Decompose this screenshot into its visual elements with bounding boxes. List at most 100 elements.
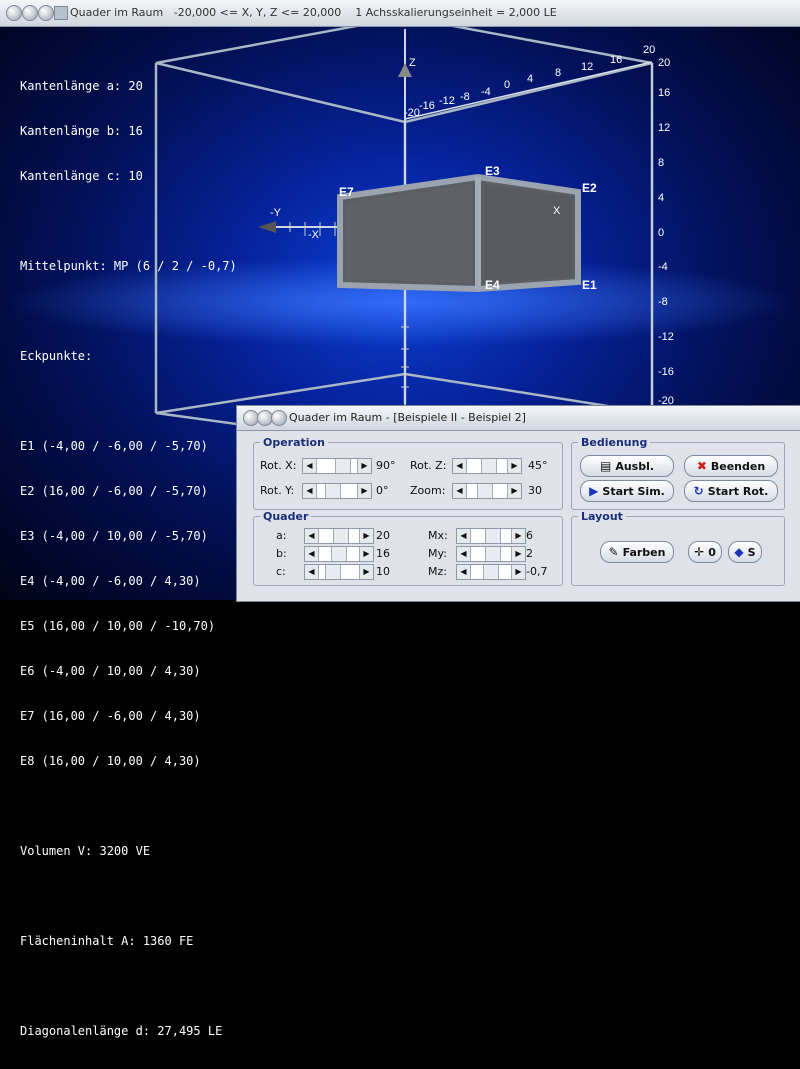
c-slider[interactable]: ◀ ▶ [304, 564, 374, 580]
a-thumb[interactable] [333, 529, 349, 543]
control-dialog: Quader im Raum - [Beispiele II - Beispie… [236, 405, 800, 602]
a-increment[interactable]: ▶ [359, 529, 373, 543]
b-decrement[interactable]: ◀ [305, 547, 319, 561]
right-tick: -16 [658, 366, 674, 378]
play-icon: ▶ [589, 484, 599, 498]
info-line: E5 (16,00 / 10,00 / -10,70) [20, 619, 216, 633]
rot-x-decrement[interactable]: ◀ [303, 459, 317, 473]
dialog-title-bar[interactable]: Quader im Raum - [Beispiele II - Beispie… [237, 406, 800, 431]
zoom-thumb[interactable] [477, 484, 493, 498]
c-decrement[interactable]: ◀ [305, 565, 319, 579]
rot-z-decrement[interactable]: ◀ [453, 459, 467, 473]
info-line: Mittelpunkt: MP (6 / 2 / -0,7) [20, 259, 237, 273]
info-line: E6 (-4,00 / 10,00 / 4,30) [20, 664, 201, 678]
beenden-button[interactable]: ✖ Beenden [684, 455, 778, 477]
my-increment[interactable]: ▶ [511, 547, 525, 561]
zoom-increment[interactable]: ▶ [507, 484, 521, 498]
mz-increment[interactable]: ▶ [511, 565, 525, 579]
quader-group-label: Quader [260, 510, 312, 523]
right-tick: 4 [658, 192, 665, 204]
top-tick: 0 [504, 79, 511, 91]
info-line: E8 (16,00 / 10,00 / 4,30) [20, 754, 201, 768]
right-tick: 8 [658, 157, 665, 169]
bedienung-group: Bedienung ▤ Ausbl. ✖ Beenden ▶ Start Sim… [571, 436, 785, 510]
beenden-label: Beenden [710, 459, 766, 473]
mz-thumb[interactable] [483, 565, 499, 579]
c-value: 10 [376, 565, 390, 578]
close-icon: ✖ [696, 459, 707, 473]
rot-x-slider[interactable]: ◀ ▶ [302, 458, 372, 474]
ausbl-label: Ausbl. [615, 459, 655, 473]
layout-group: Layout ✎ Farben ✛ 0 ◆ S [571, 510, 785, 586]
a-slider[interactable]: ◀ ▶ [304, 528, 374, 544]
save-button[interactable]: ◆ S [728, 541, 762, 563]
info-line [20, 799, 237, 814]
mx-increment[interactable]: ▶ [511, 529, 525, 543]
info-line: E7 (16,00 / -6,00 / 4,30) [20, 709, 201, 723]
mz-decrement[interactable]: ◀ [457, 565, 471, 579]
my-slider[interactable]: ◀ ▶ [456, 546, 526, 562]
vertex-label-e3: E3 [485, 164, 500, 178]
maximize-window-button[interactable] [38, 5, 54, 21]
hide-icon: ▤ [599, 459, 612, 473]
right-tick: 12 [658, 122, 671, 134]
mz-slider[interactable]: ◀ ▶ [456, 564, 526, 580]
top-tick: -20 [404, 107, 420, 119]
close-window-button[interactable] [6, 5, 22, 21]
info-line [20, 214, 237, 229]
reset-origin-button[interactable]: ✛ 0 [688, 541, 722, 563]
z-axis-label: Z [409, 57, 416, 69]
rot-z-slider[interactable]: ◀ ▶ [452, 458, 522, 474]
farben-button[interactable]: ✎ Farben [600, 541, 674, 563]
my-thumb[interactable] [485, 547, 501, 561]
rot-x-thumb[interactable] [335, 459, 351, 473]
rot-y-slider[interactable]: ◀ ▶ [302, 483, 372, 499]
zoom-decrement[interactable]: ◀ [453, 484, 467, 498]
minimize-window-button[interactable] [22, 5, 38, 21]
c-thumb[interactable] [325, 565, 341, 579]
ausbl-button[interactable]: ▤ Ausbl. [580, 455, 674, 477]
rot-z-label: Rot. Z: [410, 459, 447, 472]
start-sim-button[interactable]: ▶ Start Sim. [580, 480, 674, 502]
info-line: Volumen V: 3200 VE [20, 844, 151, 858]
start-rot-label: Start Rot. [707, 484, 769, 498]
rot-x-value: 90° [376, 459, 396, 472]
start-rot-button[interactable]: ↻ Start Rot. [684, 480, 778, 502]
top-tick: 12 [581, 61, 594, 73]
mx-decrement[interactable]: ◀ [457, 529, 471, 543]
rot-y-increment[interactable]: ▶ [357, 484, 371, 498]
mx-slider[interactable]: ◀ ▶ [456, 528, 526, 544]
my-decrement[interactable]: ◀ [457, 547, 471, 561]
mx-thumb[interactable] [485, 529, 501, 543]
zoom-slider[interactable]: ◀ ▶ [452, 483, 522, 499]
b-thumb[interactable] [331, 547, 347, 561]
a-decrement[interactable]: ◀ [305, 529, 319, 543]
operation-group: Operation Rot. X: ◀ ▶ 90° Rot. Z: ◀ ▶ 45… [253, 436, 563, 510]
rot-z-thumb[interactable] [481, 459, 497, 473]
info-line: Kantenlänge b: 16 [20, 124, 143, 138]
right-tick: -4 [658, 261, 668, 273]
dialog-maximize-button[interactable] [271, 410, 287, 426]
rot-y-decrement[interactable]: ◀ [303, 484, 317, 498]
zoom-label: Zoom: [410, 484, 446, 497]
c-increment[interactable]: ▶ [359, 565, 373, 579]
rot-y-thumb[interactable] [325, 484, 341, 498]
rot-z-increment[interactable]: ▶ [507, 459, 521, 473]
top-tick: -4 [481, 86, 491, 98]
b-increment[interactable]: ▶ [359, 547, 373, 561]
a-label: a: [276, 529, 287, 542]
b-slider[interactable]: ◀ ▶ [304, 546, 374, 562]
info-line: Eckpunkte: [20, 349, 93, 363]
info-line: E4 (-4,00 / -6,00 / 4,30) [20, 574, 201, 588]
a-value: 20 [376, 529, 390, 542]
vertex-label-e4: E4 [485, 278, 500, 292]
info-line: Flächeninhalt A: 1360 FE [20, 934, 194, 948]
save-icon: ◆ [734, 545, 744, 559]
cuboid [337, 173, 581, 293]
rot-x-increment[interactable]: ▶ [357, 459, 371, 473]
rot-y-label: Rot. Y: [260, 484, 295, 497]
top-tick: -16 [419, 100, 435, 112]
layout-group-label: Layout [578, 510, 626, 523]
dialog-title: Quader im Raum - [Beispiele II - Beispie… [289, 411, 526, 424]
mz-value: -0,7 [526, 565, 548, 578]
